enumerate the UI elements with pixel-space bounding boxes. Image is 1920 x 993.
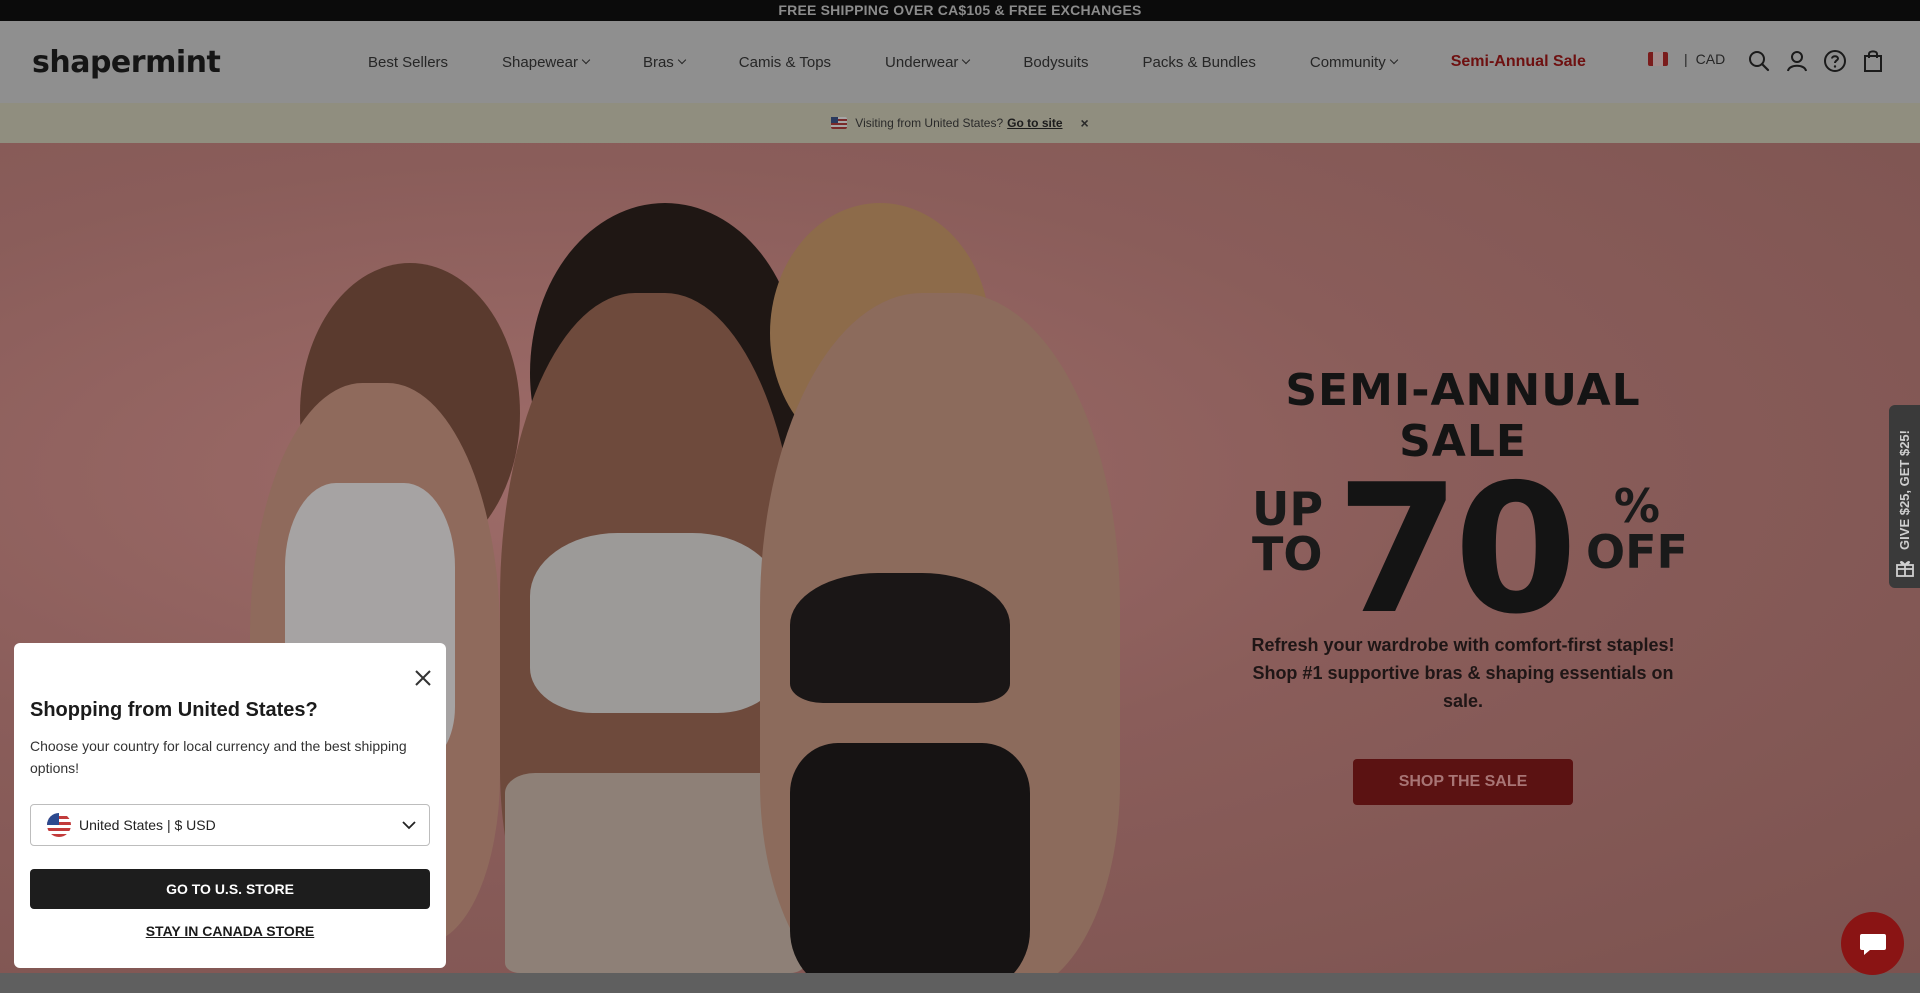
canada-flag-icon xyxy=(1648,52,1668,66)
percent-sign: % xyxy=(1613,479,1661,533)
percent-off-text: % OFF xyxy=(1586,483,1688,575)
nav-label: Shapewear xyxy=(502,53,578,71)
announcement-bar: FREE SHIPPING OVER CA$105 & FREE EXCHANG… xyxy=(0,0,1920,21)
model-right-top xyxy=(790,573,1010,703)
model-center-bra xyxy=(530,533,780,713)
nav-label: Camis & Tops xyxy=(738,53,832,71)
us-flag-icon xyxy=(831,117,848,129)
nav-best-sellers[interactable]: Best Sellers xyxy=(368,54,448,71)
close-icon[interactable]: × xyxy=(1081,115,1089,131)
nav-label: Bras xyxy=(642,53,674,71)
shop-the-sale-button[interactable]: SHOP THE SALE xyxy=(1353,759,1573,805)
site-header: shapermint Best Sellers Shapewear Bras C… xyxy=(0,21,1920,103)
referral-tab[interactable]: GIVE $25, GET $25! xyxy=(1889,405,1920,588)
country-modal: Shopping from United States? Choose your… xyxy=(14,643,446,968)
close-icon[interactable] xyxy=(412,667,434,689)
sale-promo: SEMI-ANNUAL SALE UP TO 70 % OFF Refresh … xyxy=(1238,365,1688,805)
chevron-down-icon xyxy=(962,55,971,65)
search-icon[interactable] xyxy=(1746,48,1771,73)
nav-bras[interactable]: Bras xyxy=(642,53,687,71)
modal-description: Choose your country for local currency a… xyxy=(30,738,407,776)
nav-label: Packs & Bundles xyxy=(1142,53,1256,71)
chat-icon xyxy=(1859,933,1886,955)
modal-title: Shopping from United States? xyxy=(30,699,318,721)
nav-label: Underwear xyxy=(885,53,959,71)
cart-icon[interactable] xyxy=(1860,48,1885,73)
us-flag-icon xyxy=(47,813,71,837)
chat-button[interactable] xyxy=(1841,912,1904,975)
stay-in-canada-link[interactable]: STAY IN CANADA STORE xyxy=(30,923,430,939)
shapermint-logo[interactable]: shapermint xyxy=(32,45,221,80)
account-icon[interactable] xyxy=(1784,48,1809,73)
region-selector[interactable]: | CAD xyxy=(1648,51,1725,67)
region-separator: | xyxy=(1684,51,1688,67)
visiting-banner: Visiting from United States? Go to site … xyxy=(0,103,1920,143)
referral-tab-label: GIVE $25, GET $25! xyxy=(1897,430,1912,550)
nav-label: Community xyxy=(1309,53,1386,71)
discount-block: UP TO 70 % OFF xyxy=(1238,461,1688,639)
visiting-text: Visiting from United States? xyxy=(855,116,1004,130)
up-to-text: UP TO xyxy=(1252,482,1324,582)
chevron-down-icon xyxy=(401,817,417,838)
go-to-site-link[interactable]: Go to site xyxy=(1007,116,1062,130)
off-text: OFF xyxy=(1586,525,1688,579)
nav-community[interactable]: Community xyxy=(1309,53,1398,71)
gift-icon xyxy=(1895,561,1914,577)
nav-underwear[interactable]: Underwear xyxy=(885,53,971,71)
help-icon[interactable] xyxy=(1822,48,1847,73)
chevron-down-icon xyxy=(677,55,687,65)
go-to-us-store-button[interactable]: GO TO U.S. STORE xyxy=(30,869,430,909)
model-right-shorts xyxy=(790,743,1030,973)
main-nav: Best Sellers Shapewear Bras Camis & Tops… xyxy=(368,21,1640,103)
nav-label: Bodysuits xyxy=(1023,53,1089,71)
nav-label: Best Sellers xyxy=(368,53,449,71)
chevron-down-icon xyxy=(1389,55,1398,65)
header-icons xyxy=(1746,48,1885,73)
to-text: TO xyxy=(1252,527,1323,582)
country-select-value: United States | $ USD xyxy=(79,817,216,833)
nav-semi-annual-sale[interactable]: Semi-Annual Sale xyxy=(1451,53,1586,71)
up-text: UP xyxy=(1252,482,1324,536)
chevron-down-icon xyxy=(581,55,591,65)
promo-subtitle-line-2: Shop #1 supportive bras & shaping essent… xyxy=(1252,663,1674,711)
page-bottom-strip xyxy=(0,973,1920,993)
nav-packs-bundles[interactable]: Packs & Bundles xyxy=(1142,54,1255,71)
nav-camis-tops[interactable]: Camis & Tops xyxy=(739,54,831,71)
country-select[interactable]: United States | $ USD xyxy=(30,804,430,846)
currency-label: CAD xyxy=(1695,51,1726,67)
discount-number: 70 xyxy=(1336,446,1578,653)
nav-bodysuits[interactable]: Bodysuits xyxy=(1023,54,1088,71)
nav-shapewear[interactable]: Shapewear xyxy=(502,53,591,71)
